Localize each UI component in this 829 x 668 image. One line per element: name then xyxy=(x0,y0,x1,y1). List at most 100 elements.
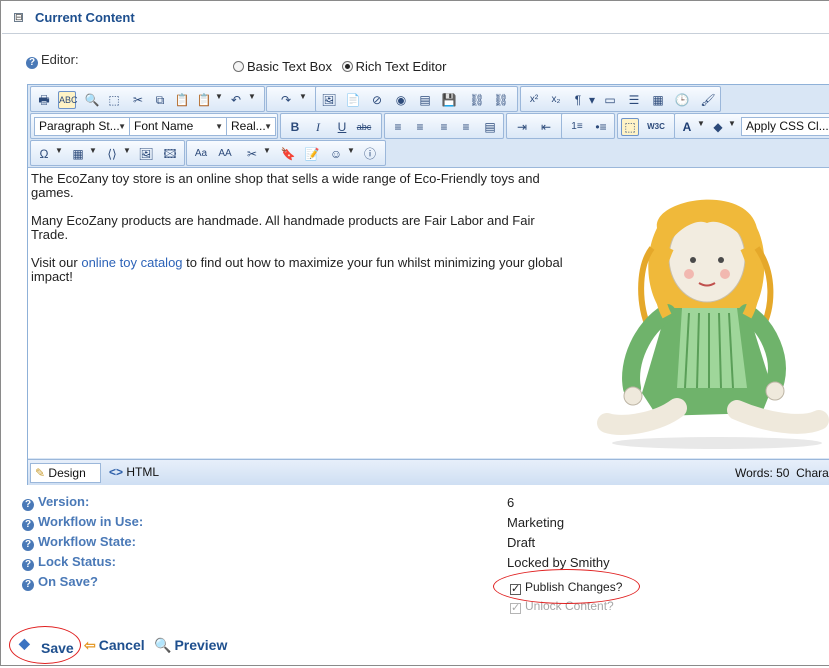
smiley-icon[interactable]: ☺ xyxy=(327,145,345,163)
insert-date-icon[interactable]: ▦ xyxy=(649,91,667,109)
superscript-icon[interactable]: x² xyxy=(525,91,543,109)
undo-icon[interactable]: ↶ xyxy=(227,91,245,109)
html-tab[interactable]: <> HTML xyxy=(109,463,159,483)
module-manager-icon[interactable]: ✂ xyxy=(243,145,261,163)
paragraph-style-select[interactable]: Paragraph St... ▼ xyxy=(34,117,130,136)
toggle-borders-icon[interactable]: ⬚ xyxy=(621,118,639,136)
bulleted-list-icon[interactable]: •≡ xyxy=(592,118,610,136)
editor-content-text[interactable]: The EcoZany toy store is an online shop … xyxy=(31,172,566,298)
help-icon[interactable]: ? xyxy=(22,539,34,551)
cancel-button[interactable]: ⇦ Cancel xyxy=(84,637,145,654)
edit-properties-icon[interactable]: 📝 xyxy=(303,145,321,163)
on-save-label: ? On Save? xyxy=(22,574,98,591)
outdent-icon[interactable]: ⇤ xyxy=(537,118,555,136)
numbered-list-icon[interactable]: 1≡ xyxy=(568,118,586,136)
basic-text-box-radio[interactable] xyxy=(233,61,244,72)
select-all-icon[interactable]: ⬚ xyxy=(105,91,123,109)
rich-text-editor-option[interactable]: Rich Text Editor xyxy=(341,59,446,74)
font-color-icon[interactable]: A xyxy=(678,118,696,136)
editor-footer: ✎ Design <> HTML Words: 50 Chara xyxy=(28,459,829,485)
align-center-icon[interactable]: ≡ xyxy=(411,118,429,136)
horizontal-rule-icon[interactable]: ☰ xyxy=(625,91,643,109)
copy-icon[interactable]: ⧉ xyxy=(151,91,169,109)
image-properties-icon[interactable]: 🖼 xyxy=(137,145,155,163)
help-icon[interactable]: ? xyxy=(22,579,34,591)
highlight-dropdown-icon[interactable]: ▼ xyxy=(728,119,736,128)
paste-icon[interactable]: 📋 xyxy=(173,91,191,109)
save-template-icon[interactable]: 💾 xyxy=(440,91,458,109)
flash-manager-icon[interactable]: ⊘ xyxy=(368,91,386,109)
about-icon[interactable]: ⓘ xyxy=(361,145,379,163)
spell-language-icon[interactable]: 🔖 xyxy=(279,145,297,163)
highlight-color-icon[interactable]: ◆ xyxy=(709,118,727,136)
design-tab[interactable]: ✎ Design xyxy=(30,463,101,483)
help-icon[interactable]: ? xyxy=(22,559,34,571)
subscript-icon[interactable]: x₂ xyxy=(547,91,565,109)
content-paragraph: Many EcoZany products are handmade. All … xyxy=(31,213,535,242)
symbol-dropdown-icon[interactable]: ▼ xyxy=(55,146,63,155)
help-icon[interactable]: ? xyxy=(22,499,34,511)
basic-text-box-option[interactable]: Basic Text Box xyxy=(233,59,336,74)
align-right-icon[interactable]: ≡ xyxy=(435,118,453,136)
undo-dropdown-icon[interactable]: ▼ xyxy=(248,92,256,101)
image-manager-icon[interactable]: 🖼 xyxy=(320,91,338,109)
w3c-validator-icon[interactable]: W3C xyxy=(647,118,665,136)
rich-text-editor-radio[interactable] xyxy=(341,61,353,72)
justify-icon[interactable]: ≡ xyxy=(457,118,475,136)
insert-time-icon[interactable]: 🕒 xyxy=(673,91,691,109)
online-toy-catalog-link[interactable]: online toy catalog xyxy=(81,255,182,270)
insert-table-icon[interactable]: ▦ xyxy=(69,145,87,163)
media-manager-icon[interactable]: ◉ xyxy=(392,91,410,109)
format-painter-icon[interactable]: 🖌 xyxy=(699,91,717,109)
paste-special-icon[interactable]: 📋 xyxy=(195,91,213,109)
toolbar-group-align: ≡ ≡ ≡ ≡ ▤ xyxy=(384,113,504,139)
find-icon[interactable]: 🔍 xyxy=(83,91,101,109)
redo-dropdown-icon[interactable]: ▼ xyxy=(299,92,307,101)
apply-css-class-select[interactable]: Apply CSS Cl... xyxy=(741,117,829,136)
font-name-select[interactable]: Font Name ▼ xyxy=(129,117,227,136)
image-map-icon[interactable]: 🖾 xyxy=(161,145,179,163)
help-icon[interactable]: ? xyxy=(22,519,34,531)
table-dropdown-icon[interactable]: ▼ xyxy=(89,146,97,155)
remove-link-icon[interactable]: ⛓ xyxy=(492,91,510,109)
version-value: 6 xyxy=(507,495,515,510)
print-icon[interactable]: 🖶 xyxy=(35,91,53,109)
toolbar-group-insert: 🖼 📄 ⊘ ◉ ▤ 💾 ⛓ ⛓ xyxy=(315,86,518,112)
remove-alignment-icon[interactable]: ▤ xyxy=(481,118,499,136)
indent-icon[interactable]: ⇥ xyxy=(513,118,531,136)
paste-dropdown-icon[interactable]: ▼ xyxy=(215,92,223,101)
workflow-in-use-label: ? Workflow in Use: xyxy=(22,514,143,531)
document-manager-icon[interactable]: 📄 xyxy=(344,91,362,109)
format-text-icon[interactable]: Aa xyxy=(192,145,210,163)
font-color-dropdown-icon[interactable]: ▼ xyxy=(697,119,705,128)
underline-icon[interactable]: U xyxy=(333,118,351,136)
symbol-icon[interactable]: Ω xyxy=(35,145,53,163)
italic-icon[interactable]: I xyxy=(309,118,327,136)
module-dropdown-icon[interactable]: ▼ xyxy=(263,146,271,155)
font-size-select[interactable]: Real... ▼ xyxy=(226,117,276,136)
spellcheck-icon[interactable]: ABC xyxy=(58,91,78,109)
preview-button[interactable]: 🔍 Preview xyxy=(154,637,227,654)
strikethrough-icon[interactable]: abc xyxy=(355,118,373,136)
doll-image[interactable] xyxy=(597,188,829,450)
editor-content-area[interactable]: The EcoZany toy store is an online shop … xyxy=(28,167,829,458)
snippet-dropdown-icon[interactable]: ▼ xyxy=(123,146,131,155)
align-left-icon[interactable]: ≡ xyxy=(389,118,407,136)
template-manager-icon[interactable]: ▤ xyxy=(416,91,434,109)
collapse-icon[interactable]: ⊟ xyxy=(14,13,23,22)
help-icon[interactable]: ? xyxy=(26,57,38,69)
cut-icon[interactable]: ✂ xyxy=(129,91,147,109)
snippet-icon[interactable]: ⟨⟩ xyxy=(103,145,121,163)
format-stripper-icon[interactable]: ▭ xyxy=(601,91,619,109)
redo-icon[interactable]: ↷ xyxy=(277,91,295,109)
convert-case-icon[interactable]: AA xyxy=(216,145,234,163)
bold-icon[interactable]: B xyxy=(286,118,304,136)
paragraph-dropdown-icon[interactable]: ▾ xyxy=(583,91,601,109)
hyperlink-icon[interactable]: ⛓ xyxy=(468,91,486,109)
workflow-in-use-value: Marketing xyxy=(507,515,565,530)
save-button[interactable]: ◆ Save xyxy=(19,635,74,668)
save-icon: ◆ xyxy=(19,635,30,651)
smiley-dropdown-icon[interactable]: ▼ xyxy=(347,146,355,155)
code-icon: <> xyxy=(109,465,124,479)
section-header[interactable]: ⊟ Current Content xyxy=(2,2,829,34)
